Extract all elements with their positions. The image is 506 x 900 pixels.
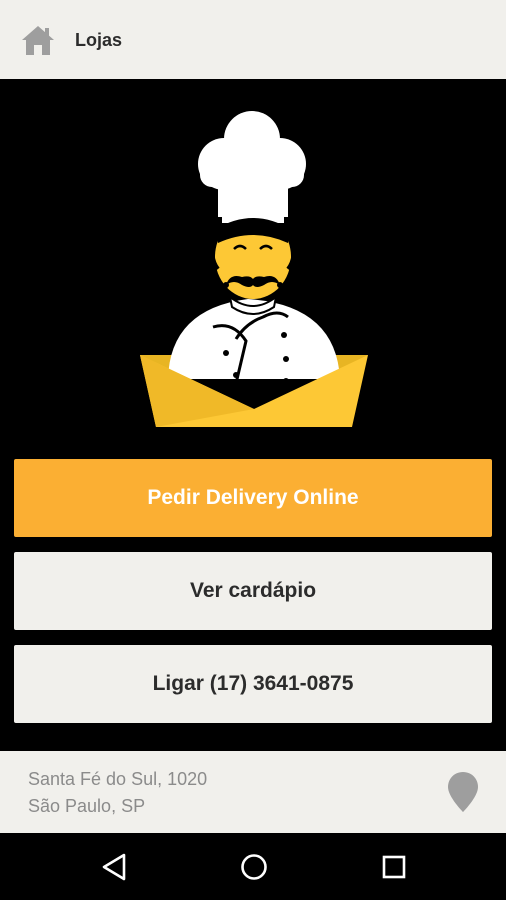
address-panel[interactable] [0,751,506,833]
call-button[interactable]: Ligar (17) 3641-0875 [14,645,492,723]
chef-logo [140,111,368,427]
hero-banner [0,79,506,451]
view-menu-button[interactable]: Ver cardápio [14,552,492,630]
address-street: Santa Fé do Sul, 1020 [28,769,208,789]
top-app-bar: Lojas [0,0,506,79]
map-pin-icon[interactable] [447,771,479,813]
address-city: São Paulo, SP [28,796,146,816]
back-icon[interactable] [101,853,127,881]
order-delivery-button[interactable]: Pedir Delivery Online [14,459,492,537]
page-title: Lojas [75,30,123,50]
recents-icon[interactable] [382,855,406,879]
home-circle-icon[interactable] [240,853,268,881]
home-icon[interactable] [21,24,55,56]
